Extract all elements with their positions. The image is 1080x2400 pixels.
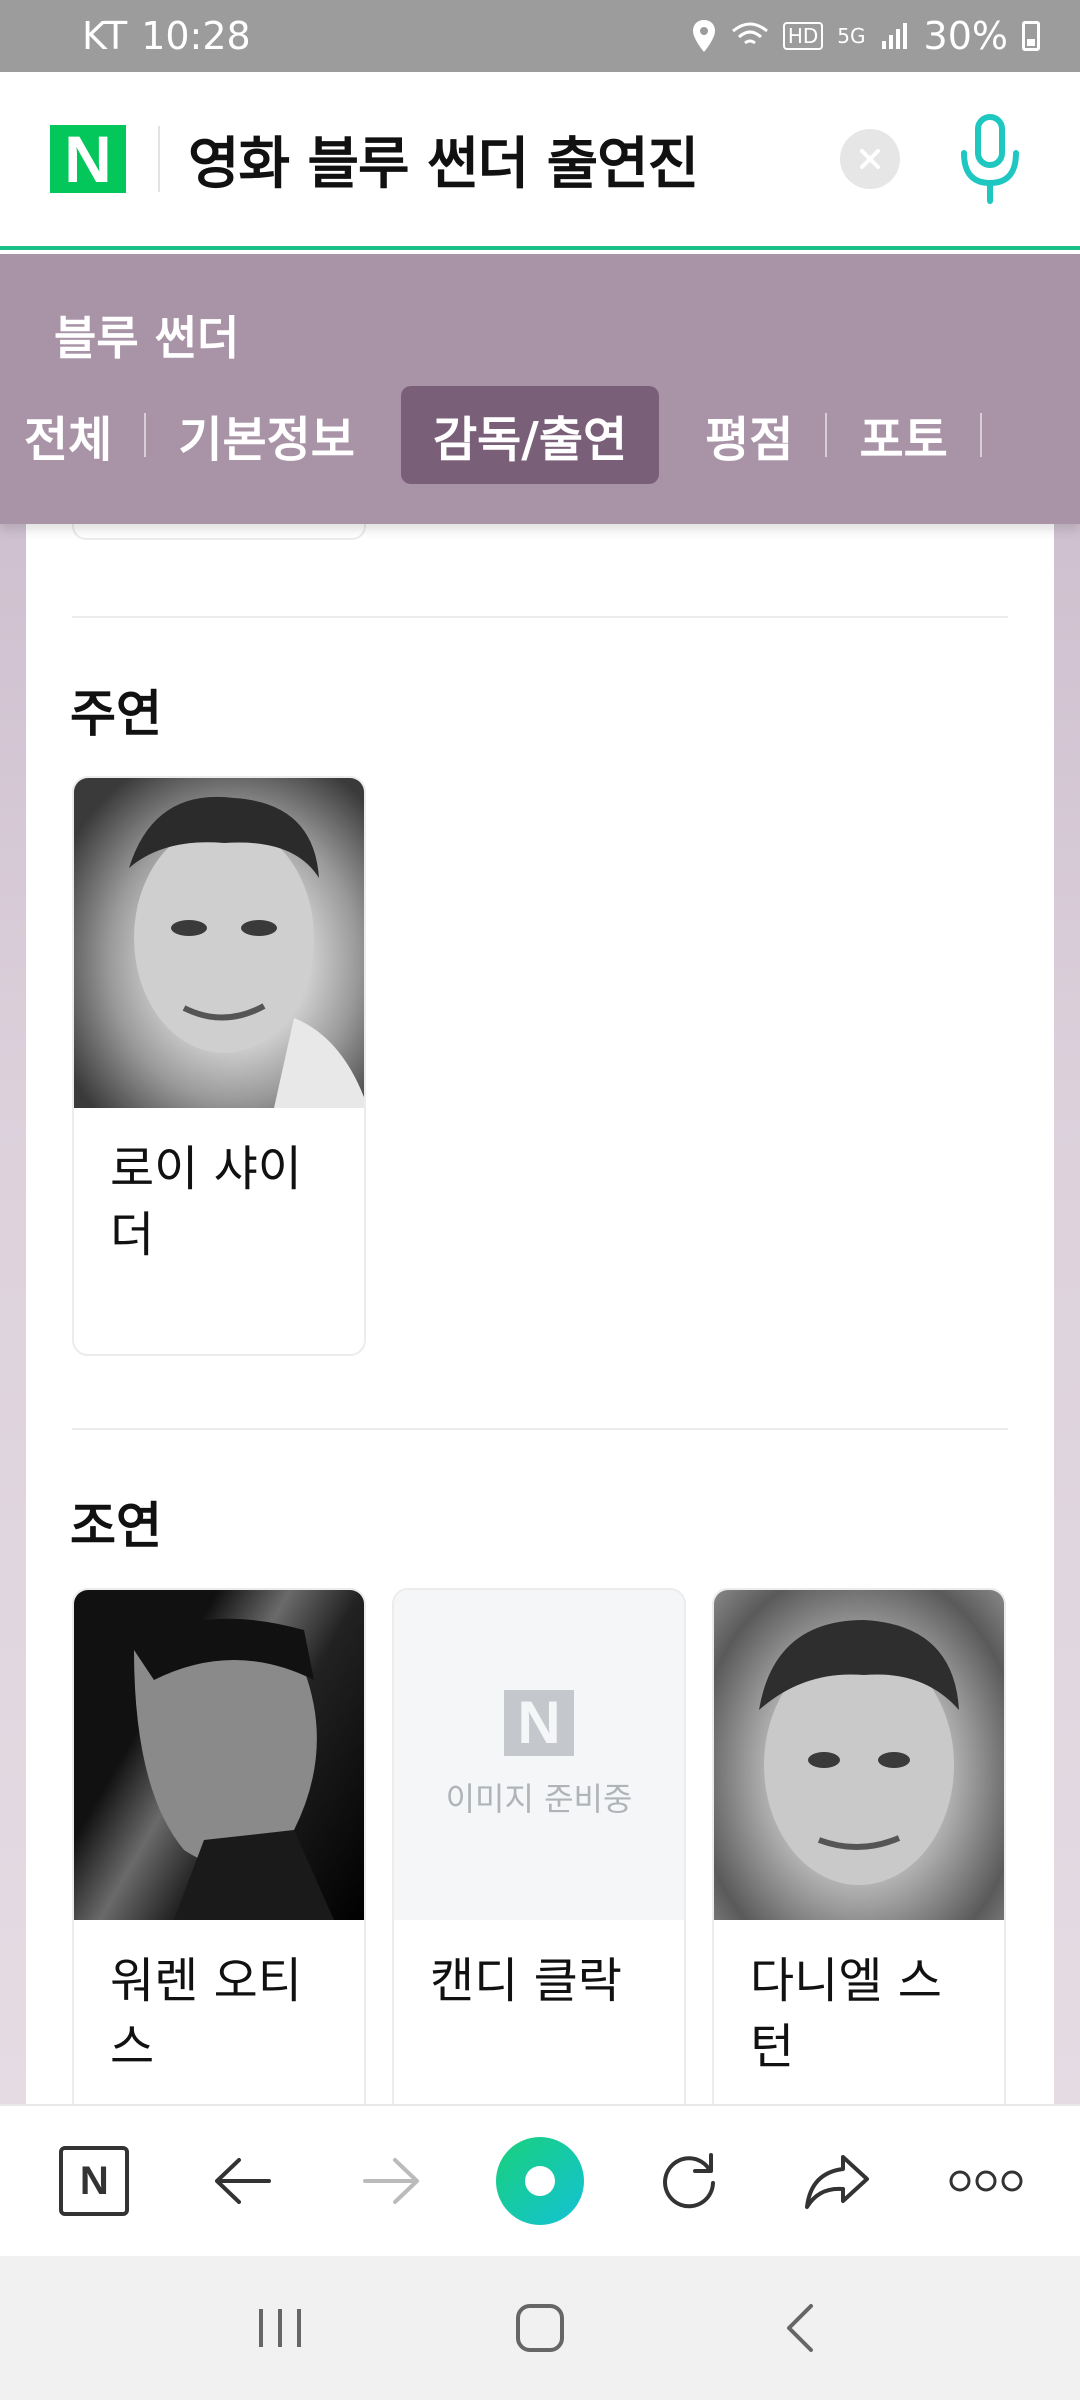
section-divider: [72, 616, 1008, 618]
refresh-icon: [662, 2153, 715, 2209]
recent-apps-button[interactable]: [235, 2283, 325, 2373]
forward-button[interactable]: [341, 2131, 441, 2231]
chevron-left-icon: [787, 2304, 813, 2352]
movie-header: 블루 썬더 전체 기본정보 감독/출연 평점 포토: [0, 254, 1080, 524]
hd-icon: HD: [782, 22, 824, 50]
share-icon: [805, 2155, 870, 2209]
person-card-lead-1[interactable]: 로이 샤이더: [72, 776, 366, 1356]
tab-basic-info[interactable]: 기본정보: [146, 386, 387, 484]
clear-search-button[interactable]: [840, 129, 900, 189]
5g-icon: 5G: [837, 24, 866, 48]
movie-title[interactable]: 블루 썬더: [54, 302, 239, 368]
location-icon: [691, 16, 717, 56]
lead-section-title: 주연: [70, 685, 162, 743]
signal-icon: [880, 16, 910, 56]
naver-home-icon: N: [59, 2146, 130, 2216]
placeholder-text: 이미지 준비중: [445, 1780, 633, 1818]
person-photo: [74, 778, 364, 1108]
more-icon: [949, 2170, 1023, 2192]
tab-cast[interactable]: 감독/출연: [400, 386, 660, 484]
microphone-icon: [961, 114, 1019, 204]
cast-panel: 주연 로이 샤이더 조연 워렌 오티스 N 이미지 준비중 캔디 클락 다니엘 …: [26, 524, 1054, 2148]
person-card-supporting-2[interactable]: N 이미지 준비중 캔디 클락: [392, 1588, 686, 2148]
naver-placeholder-logo: N: [504, 1690, 574, 1756]
person-photo: [74, 1590, 364, 1920]
section-divider: [72, 1428, 1008, 1430]
portrait-image: [134, 1618, 334, 1920]
naver-logo[interactable]: N: [50, 125, 126, 193]
browser-toolbar: N: [0, 2104, 1080, 2256]
battery-percent: 30%: [923, 14, 1008, 58]
back-icon: [214, 2158, 271, 2204]
green-dot-icon: [495, 2137, 584, 2225]
home-button[interactable]: [495, 2283, 585, 2373]
status-bar: KT 10:28 HD 5G 30%: [0, 0, 1080, 72]
refresh-button[interactable]: [639, 2131, 739, 2231]
voice-search-button[interactable]: [950, 109, 1030, 209]
home-icon: [516, 2304, 564, 2352]
portrait-image: [129, 796, 364, 1108]
person-card-supporting-1[interactable]: 워렌 오티스: [72, 1588, 366, 2148]
green-dot-button[interactable]: [490, 2131, 590, 2231]
naver-home-button[interactable]: N: [44, 2131, 144, 2231]
clock: 10:28: [141, 14, 251, 58]
tab-photos[interactable]: 포토: [827, 386, 979, 484]
close-icon: [860, 149, 880, 169]
supporting-section-title: 조연: [70, 1497, 162, 1555]
search-divider: [158, 126, 160, 192]
carrier-label: KT: [82, 14, 128, 58]
person-card-supporting-3[interactable]: 다니엘 스턴: [712, 1588, 1006, 2148]
back-button[interactable]: [193, 2131, 293, 2231]
search-header: N 영화 블루 썬더 출연진: [0, 72, 1080, 250]
system-nav-bar: [0, 2256, 1080, 2400]
recent-apps-icon: [259, 2309, 301, 2347]
photo-placeholder: N 이미지 준비중: [394, 1590, 684, 1920]
person-photo: [714, 1590, 1004, 1920]
search-query-input[interactable]: 영화 블루 썬더 출연진: [188, 119, 840, 200]
battery-icon: [1022, 21, 1040, 51]
tab-ratings[interactable]: 평점: [673, 386, 825, 484]
person-name: 다니엘 스턴: [750, 1953, 942, 2075]
person-name: 캔디 클락: [430, 1953, 622, 2009]
person-name: 워렌 오티스: [110, 1953, 302, 2075]
person-name: 로이 샤이더: [110, 1141, 302, 1263]
forward-icon: [363, 2158, 420, 2204]
portrait-image: [759, 1620, 959, 1885]
system-back-button[interactable]: [755, 2283, 845, 2373]
tab-separator: [979, 413, 982, 457]
share-button[interactable]: [787, 2131, 887, 2231]
movie-tabs: 전체 기본정보 감독/출연 평점 포토: [0, 386, 982, 484]
more-button[interactable]: [936, 2131, 1036, 2231]
tab-overview[interactable]: 전체: [0, 386, 144, 484]
previous-card-stub: [72, 524, 366, 540]
wifi-icon: [731, 16, 769, 56]
